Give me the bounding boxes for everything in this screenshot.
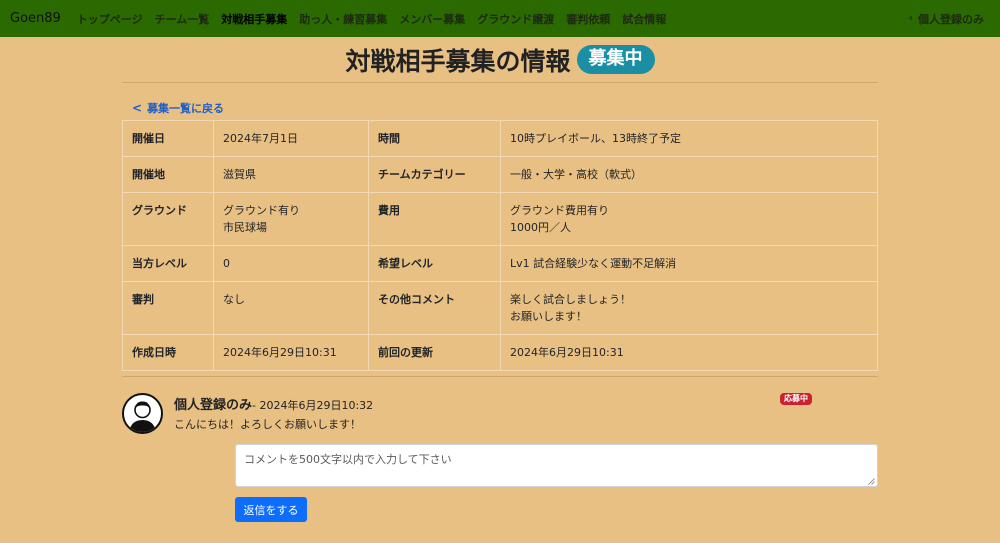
resize-grip-icon[interactable] — [868, 478, 875, 485]
nav-link-opponent-recruit[interactable]: 対戦相手募集 — [221, 11, 287, 27]
nav-link-member-recruit[interactable]: メンバー募集 — [399, 11, 465, 27]
nav-links: トップページ チーム一覧 対戦相手募集 助っ人・練習募集 メンバー募集 グラウン… — [77, 11, 678, 27]
nav-link-ground-transfer[interactable]: グラウンド譲渡 — [477, 11, 554, 27]
user-menu-label: 個人登録のみ — [918, 12, 984, 26]
chevron-left-icon: ‹ — [908, 13, 913, 24]
nav-link-top[interactable]: トップページ — [77, 11, 143, 27]
nav-link-umpire-request[interactable]: 審判依頼 — [566, 11, 610, 27]
reply-form: 返信をする — [122, 37, 878, 543]
reply-comment-input[interactable] — [235, 444, 878, 487]
nav-link-helper-practice[interactable]: 助っ人・練習募集 — [299, 11, 387, 27]
nav-link-match-info[interactable]: 試合情報 — [622, 11, 666, 27]
nav-link-teams[interactable]: チーム一覧 — [155, 11, 210, 27]
reply-submit-button[interactable]: 返信をする — [235, 497, 307, 522]
brand-link[interactable]: Goen89 — [10, 11, 61, 26]
user-menu[interactable]: ‹ 個人登録のみ — [909, 0, 984, 37]
top-navbar: Goen89 トップページ チーム一覧 対戦相手募集 助っ人・練習募集 メンバー… — [0, 0, 1000, 37]
